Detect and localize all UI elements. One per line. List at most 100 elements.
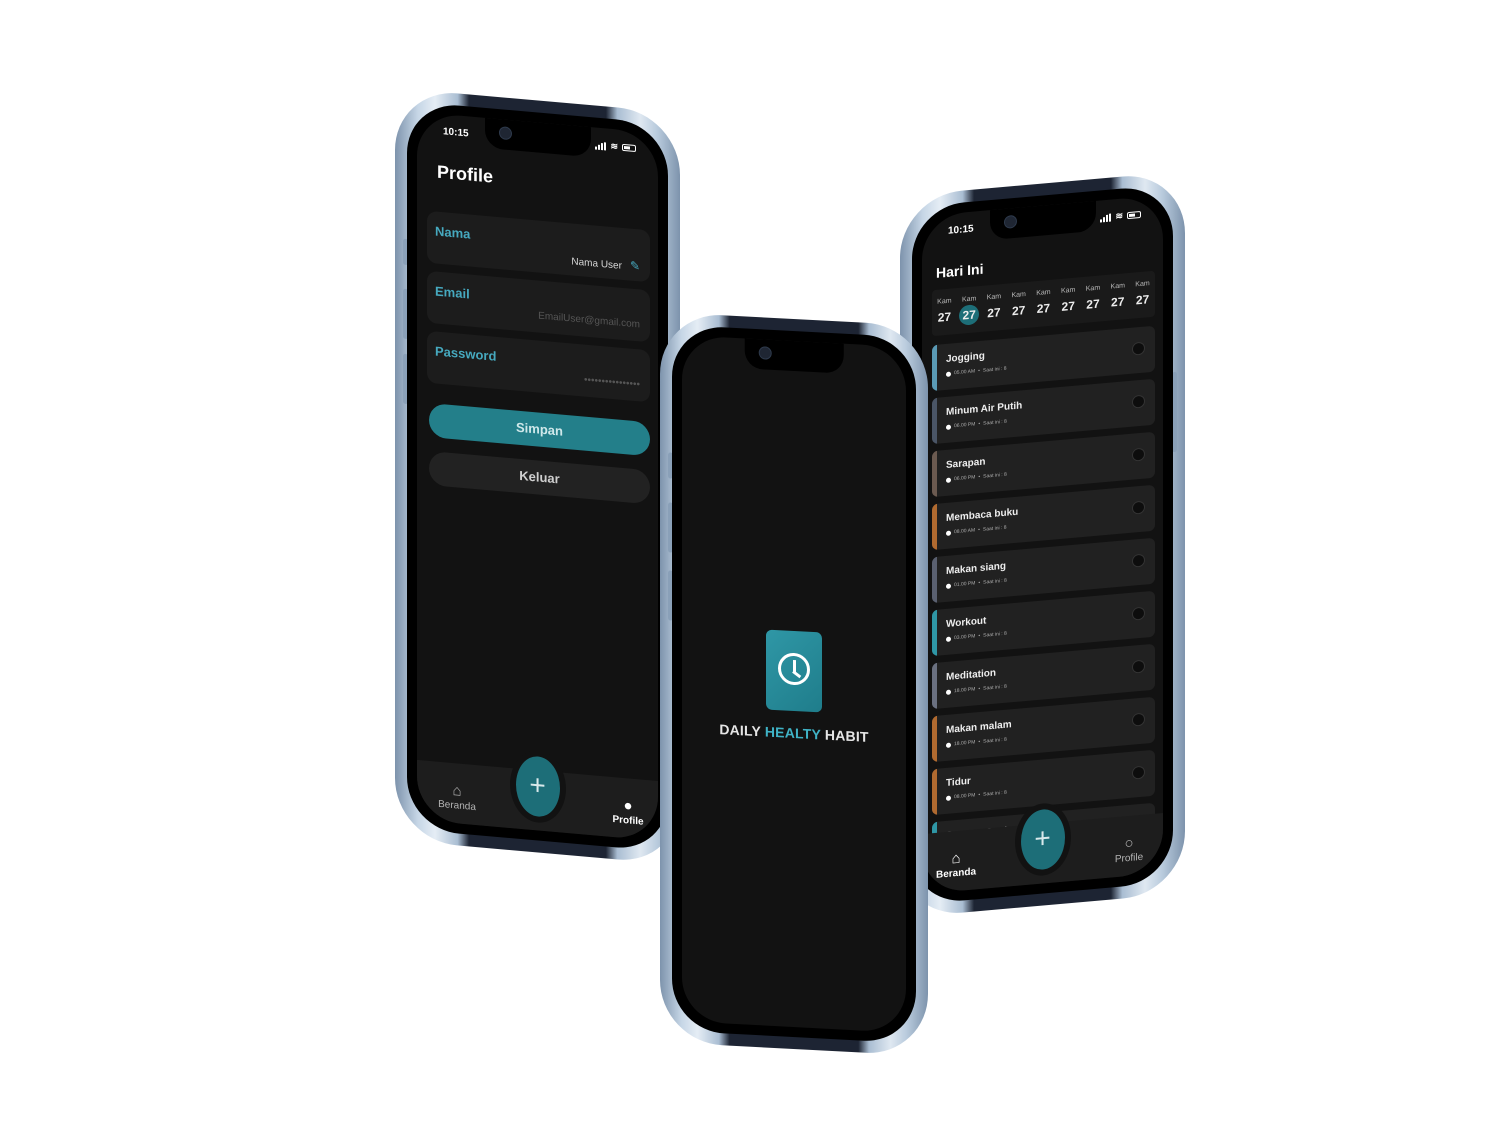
date-cell[interactable]: Kam 27 bbox=[1031, 288, 1055, 319]
habit-time: 06.00 PM bbox=[954, 421, 976, 430]
app-logo: DAILY HEALTY HABIT bbox=[682, 625, 906, 747]
habit-checkbox[interactable] bbox=[1132, 553, 1145, 568]
habit-note: Saat ini : 8 bbox=[983, 471, 1007, 480]
nav-home-label: Beranda bbox=[438, 798, 476, 814]
date-cell[interactable]: Kam 27 bbox=[1056, 286, 1080, 317]
clock-dot-icon bbox=[946, 742, 951, 748]
habit-meta: 08.00 PM • Saat ini : 8 bbox=[946, 790, 1007, 801]
clock-dot-icon bbox=[946, 583, 951, 589]
plus-icon: + bbox=[529, 768, 546, 802]
plus-icon: + bbox=[1034, 821, 1051, 855]
nav-profile[interactable]: ● Profile bbox=[598, 795, 658, 829]
habit-name: Tidur bbox=[946, 775, 971, 789]
habit-meta: 18.00 PM • Saat ini : 8 bbox=[946, 684, 1007, 695]
date-number: 27 bbox=[987, 304, 1001, 320]
date-cell[interactable]: Kam 27 bbox=[1081, 284, 1105, 315]
nav-profile-label: Profile bbox=[612, 814, 644, 828]
habit-checkbox[interactable] bbox=[1132, 765, 1145, 780]
password-label: Password bbox=[435, 343, 497, 364]
clock-dot-icon bbox=[946, 636, 951, 642]
habit-name: Jogging bbox=[946, 350, 985, 365]
name-value[interactable]: Nama User bbox=[571, 256, 622, 271]
date-cell[interactable]: Kam 27 bbox=[982, 292, 1006, 323]
home-outline-icon: ⌂ bbox=[452, 782, 462, 800]
habit-name: Meditation bbox=[946, 667, 996, 683]
habit-checkbox[interactable] bbox=[1132, 394, 1145, 409]
email-field[interactable]: Email EmailUser@gmail.com bbox=[427, 270, 650, 343]
date-number: 27 bbox=[1111, 293, 1125, 310]
habit-color-bar bbox=[932, 715, 937, 763]
email-label: Email bbox=[435, 283, 470, 302]
profile-screen: 10:15 ≋ Profile Nama Nama User ✎ Email Em… bbox=[417, 111, 658, 842]
nav-home-label: Beranda bbox=[935, 866, 976, 881]
page-title: Profile bbox=[437, 161, 494, 187]
habit-time: 01.00 PM bbox=[954, 580, 976, 589]
save-button[interactable]: Simpan bbox=[429, 402, 650, 457]
habit-color-bar bbox=[932, 450, 937, 498]
password-field[interactable]: Password •••••••••••••••• bbox=[427, 330, 650, 403]
clock-logo-icon bbox=[766, 629, 822, 713]
habit-color-bar bbox=[932, 503, 937, 551]
date-day: Kam bbox=[937, 296, 952, 306]
camera-icon bbox=[758, 346, 772, 360]
habit-time: 18.00 PM bbox=[954, 739, 976, 748]
date-number: 27 bbox=[1061, 298, 1075, 314]
habit-note: Saat ini : 8 bbox=[983, 577, 1007, 586]
add-habit-button[interactable]: + bbox=[515, 754, 560, 819]
signal-icon bbox=[1100, 213, 1112, 222]
habit-name: Makan malam bbox=[946, 719, 1012, 736]
habit-checkbox[interactable] bbox=[1132, 500, 1145, 515]
logout-button[interactable]: Keluar bbox=[429, 450, 650, 505]
habit-checkbox[interactable] bbox=[1132, 447, 1145, 462]
date-cell[interactable]: Kam 27 bbox=[957, 294, 981, 326]
wifi-icon: ≋ bbox=[1115, 210, 1123, 222]
nav-profile[interactable]: ○ Profile bbox=[1099, 832, 1159, 866]
home-screen: 10:15 ≋ Hari Ini Kam 27 Kam 27 Kam 27 Kam 27 Kam… bbox=[922, 194, 1163, 895]
clock-dot-icon bbox=[946, 424, 951, 430]
wifi-icon: ≋ bbox=[610, 140, 618, 152]
date-cell[interactable]: Kam 27 bbox=[1131, 279, 1155, 310]
habit-time: 18.00 PM bbox=[954, 686, 976, 695]
date-day: Kam bbox=[1085, 283, 1101, 293]
habit-note: Saat ini : 8 bbox=[982, 365, 1007, 374]
habit-note: Saat ini : 8 bbox=[983, 736, 1007, 745]
habit-meta: 03.00 PM • Saat ini : 8 bbox=[946, 631, 1007, 642]
date-day: Kam bbox=[1011, 290, 1026, 299]
date-number: 27 bbox=[1086, 296, 1100, 312]
date-number: 27 bbox=[937, 309, 952, 325]
date-picker-strip: Kam 27 Kam 27 Kam 27 Kam 27 Kam 27 Kam 27 Kam 27 Kam 27… bbox=[932, 270, 1155, 337]
habit-checkbox[interactable] bbox=[1132, 341, 1145, 356]
name-label: Nama bbox=[435, 223, 471, 242]
date-cell[interactable]: Kam 27 bbox=[1007, 290, 1031, 321]
habit-checkbox[interactable] bbox=[1132, 606, 1145, 621]
clock-dot-icon bbox=[946, 689, 951, 695]
nav-profile-label: Profile bbox=[1114, 851, 1144, 866]
habit-name: Workout bbox=[946, 615, 987, 630]
name-field[interactable]: Nama Nama User ✎ bbox=[427, 210, 650, 283]
date-day: Kam bbox=[1036, 288, 1051, 297]
email-input[interactable]: EmailUser@gmail.com bbox=[538, 311, 640, 331]
habit-name: Minum Air Putih bbox=[946, 400, 1023, 418]
date-number: 27 bbox=[1011, 302, 1026, 318]
habit-meta: 01.00 PM • Saat ini : 8 bbox=[946, 578, 1007, 589]
habit-meta: 08.00 AM • Saat ini : 8 bbox=[946, 525, 1007, 536]
habit-checkbox[interactable] bbox=[1132, 659, 1145, 674]
habit-checkbox[interactable] bbox=[1132, 712, 1145, 727]
edit-pencil-icon[interactable]: ✎ bbox=[630, 259, 640, 274]
habit-note: Saat ini : 8 bbox=[983, 630, 1007, 639]
signal-icon bbox=[595, 141, 607, 150]
habit-color-bar bbox=[932, 768, 937, 816]
habit-time: 06.00 PM bbox=[954, 474, 976, 483]
phone-profile-screen: 10:15 ≋ Profile Nama Nama User ✎ Email Em… bbox=[395, 88, 680, 865]
habit-time: 05.00 AM bbox=[954, 368, 976, 377]
nav-home[interactable]: ⌂ Beranda bbox=[926, 847, 986, 881]
habit-meta: 05.00 AM • Saat ini : 8 bbox=[946, 366, 1007, 377]
habit-meta: 18.00 PM • Saat ini : 8 bbox=[946, 737, 1007, 748]
add-habit-button[interactable]: + bbox=[1020, 807, 1065, 872]
password-input[interactable]: •••••••••••••••• bbox=[584, 375, 640, 391]
nav-home[interactable]: ⌂ Beranda bbox=[427, 780, 487, 814]
date-day: Kam bbox=[1135, 279, 1150, 288]
date-cell[interactable]: Kam 27 bbox=[1106, 281, 1130, 312]
habit-note: Saat ini : 8 bbox=[983, 418, 1007, 427]
date-cell[interactable]: Kam 27 bbox=[932, 297, 956, 328]
